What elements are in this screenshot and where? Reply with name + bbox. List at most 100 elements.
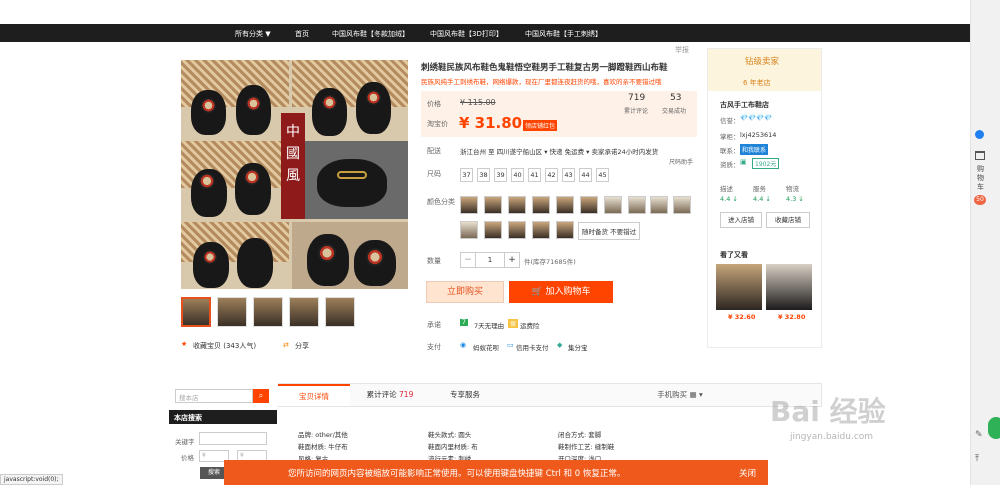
size-option[interactable]: 44 bbox=[579, 168, 592, 182]
buy-now-button[interactable]: 立即购买 bbox=[426, 281, 504, 303]
shop-search-heading: 本店搜索 bbox=[169, 410, 277, 424]
deposit-icon: ▣ bbox=[740, 158, 747, 166]
status-bar-url: javascript:void(0); bbox=[0, 474, 63, 485]
thumbnail[interactable] bbox=[325, 297, 355, 327]
color-swatch[interactable] bbox=[508, 196, 526, 214]
report-link[interactable]: 举报 bbox=[675, 45, 689, 55]
size-option[interactable]: 39 bbox=[494, 168, 507, 182]
share-icon: ⇄ bbox=[283, 341, 289, 349]
tab-reviews[interactable]: 累计评论 719 bbox=[355, 384, 425, 406]
contact-label: 联系： bbox=[720, 147, 740, 155]
cart-icon[interactable] bbox=[975, 151, 985, 160]
keyword-label: 关键字 bbox=[175, 438, 195, 446]
thumbnail[interactable] bbox=[253, 297, 283, 327]
credit-card-pay: 信用卡支付 bbox=[516, 344, 549, 352]
size-option[interactable]: 45 bbox=[596, 168, 609, 182]
payment-label: 支付 bbox=[427, 343, 441, 351]
enter-shop-button[interactable]: 进入店铺 bbox=[720, 212, 762, 228]
cart-count-badge: 50 bbox=[974, 195, 986, 205]
color-swatch[interactable] bbox=[532, 196, 550, 214]
score-service: 4.4 ↓ bbox=[753, 195, 771, 203]
chat-button[interactable]: 和我联系 bbox=[740, 144, 769, 155]
size-option[interactable]: 43 bbox=[562, 168, 575, 182]
size-option[interactable]: 40 bbox=[511, 168, 524, 182]
favorite-item-link[interactable]: 收藏宝贝 (343人气) bbox=[193, 341, 256, 351]
shop-name[interactable]: 古风手工布鞋店 bbox=[720, 100, 769, 110]
color-swatch[interactable] bbox=[556, 196, 574, 214]
size-option[interactable]: 42 bbox=[545, 168, 558, 182]
promo-price-label: 淘宝价 bbox=[427, 120, 448, 128]
right-toolbar bbox=[970, 0, 1000, 485]
owner-id: lxj4253614 bbox=[740, 131, 777, 139]
share-link[interactable]: 分享 bbox=[295, 341, 309, 351]
color-swatch[interactable] bbox=[580, 196, 598, 214]
color-swatch[interactable] bbox=[650, 196, 668, 214]
color-swatch[interactable] bbox=[484, 221, 502, 239]
gold-embroidery bbox=[337, 171, 367, 179]
attribute: 鞋头款式: 圆头 bbox=[428, 431, 472, 439]
size-option[interactable]: 41 bbox=[528, 168, 541, 182]
tab-details[interactable]: 宝贝详情 bbox=[278, 384, 350, 406]
thumbnail[interactable] bbox=[289, 297, 319, 327]
size-option[interactable]: 38 bbox=[477, 168, 490, 182]
nav-handmade-shoes[interactable]: 中国风布鞋【手工刺绣】 bbox=[525, 29, 602, 39]
color-swatch[interactable] bbox=[628, 196, 646, 214]
favorite-shop-button[interactable]: 收藏店铺 bbox=[766, 212, 810, 228]
score-desc: 4.4 ↓ bbox=[720, 195, 738, 203]
quantity-decrease-button[interactable]: − bbox=[460, 252, 476, 268]
size-helper-link[interactable]: 尺码助手 bbox=[669, 157, 693, 166]
deals-label: 交易成功 bbox=[662, 108, 687, 115]
color-swatch[interactable] bbox=[532, 221, 550, 239]
color-swatch[interactable] bbox=[484, 196, 502, 214]
mobile-purchase[interactable]: 手机购买 ▦ ▾ bbox=[640, 384, 720, 406]
photo-tile bbox=[181, 141, 289, 219]
nav-3d-shoes[interactable]: 中国风布鞋【3D打印】 bbox=[430, 29, 503, 39]
back-to-top-icon[interactable]: ⤒ bbox=[975, 454, 979, 464]
watermark-url: jingyan.baidu.com bbox=[790, 432, 874, 442]
attribute: 品牌: other/其他 bbox=[298, 431, 348, 439]
huabei-pay: 蚂蚁花呗 bbox=[473, 344, 499, 352]
recommended-item-image[interactable] bbox=[716, 264, 762, 310]
color-swatch[interactable] bbox=[460, 221, 478, 239]
shop-search-input[interactable]: 搜本店 bbox=[175, 389, 253, 403]
color-swatch[interactable] bbox=[604, 196, 622, 214]
coupon-badge[interactable]: 领店铺红包 bbox=[523, 120, 558, 131]
tab-service[interactable]: 专享服务 bbox=[435, 384, 495, 406]
cart-label[interactable]: 购物车 bbox=[977, 165, 985, 192]
score-desc-label: 描述 bbox=[720, 185, 733, 193]
zoom-notice-close[interactable]: 关闭 bbox=[739, 467, 756, 479]
nav-home[interactable]: 首页 bbox=[295, 29, 309, 39]
promo-price: ¥ 31.80 bbox=[459, 114, 523, 132]
color-label: 颜色分类 bbox=[427, 198, 455, 206]
color-swatch[interactable] bbox=[556, 221, 574, 239]
reviews-count: 719 bbox=[628, 93, 646, 103]
photo-tile bbox=[292, 141, 408, 219]
shop-age: 6 年老店 bbox=[743, 79, 771, 87]
floating-plugin-icon[interactable] bbox=[988, 417, 1000, 439]
cart-icon-small: 🛒 bbox=[531, 287, 546, 297]
color-swatch[interactable] bbox=[460, 196, 478, 214]
size-option[interactable]: 37 bbox=[460, 168, 473, 182]
nav-winter-shoes[interactable]: 中国风布鞋【冬款加绒】 bbox=[332, 29, 409, 39]
quantity-label: 数量 bbox=[427, 257, 441, 265]
attribute: 闭合方式: 套脚 bbox=[558, 431, 602, 439]
color-option-random[interactable]: 随时备货 不要错过 bbox=[578, 222, 641, 240]
search-icon[interactable]: ⌕ bbox=[253, 389, 269, 403]
price-range-label: 价格 bbox=[181, 454, 194, 462]
score-logistics: 4.3 ↓ bbox=[786, 195, 804, 203]
quantity-input[interactable]: 1 bbox=[475, 252, 505, 268]
color-swatch[interactable] bbox=[508, 221, 526, 239]
shipping-info[interactable]: 浙江台州 至 四川遂宁船山区 ▾ 快递 免运费 ▾ 卖家承诺24小时内发货 bbox=[460, 146, 658, 156]
quantity-increase-button[interactable]: + bbox=[504, 252, 520, 268]
thumbnail[interactable] bbox=[217, 297, 247, 327]
color-swatch[interactable] bbox=[673, 196, 691, 214]
seven-day-icon: 7 bbox=[460, 319, 468, 326]
nav-all-categories[interactable]: 所有分类 ▼ bbox=[235, 29, 271, 39]
edit-icon[interactable]: ✎ bbox=[975, 430, 983, 440]
notification-icon[interactable] bbox=[975, 130, 984, 139]
attribute: 鞋面内里材质: 布 bbox=[428, 443, 478, 451]
recommended-item-image[interactable] bbox=[766, 264, 812, 310]
keyword-input[interactable] bbox=[199, 432, 267, 445]
add-to-cart-button[interactable]: 🛒 加入购物车 bbox=[509, 281, 613, 303]
thumbnail[interactable] bbox=[181, 297, 211, 327]
